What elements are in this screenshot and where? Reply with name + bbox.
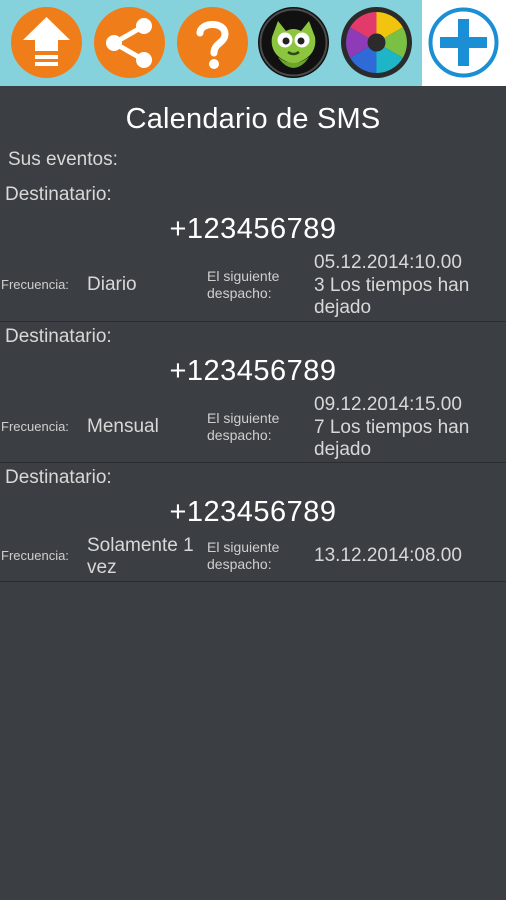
- add-plus-icon: [428, 7, 499, 78]
- next-dispatch-note: 3 Los tiempos han dejado: [314, 274, 470, 319]
- next-dispatch-value: 05.12.2014:10.00 3 Los tiempos han dejad…: [314, 252, 502, 320]
- owl-app-button[interactable]: [258, 7, 329, 78]
- aperture-app-button[interactable]: [341, 7, 412, 78]
- page-title: Calendario de SMS: [125, 103, 381, 135]
- frequency-value: Diario: [87, 274, 137, 295]
- next-dispatch-date: 05.12.2014:10.00: [314, 252, 462, 273]
- next-dispatch-label: El siguiente despacho:: [207, 410, 280, 443]
- recipient-phone: +123456789: [169, 213, 337, 245]
- event-card[interactable]: Destinatario: +123456789 Frecuencia: Dia…: [0, 180, 506, 322]
- add-event-button[interactable]: [428, 7, 499, 78]
- next-dispatch-date: 13.12.2014:08.00: [314, 545, 462, 566]
- events-heading: Sus eventos:: [8, 149, 118, 170]
- share-icon: [94, 7, 165, 78]
- next-dispatch-value: 13.12.2014:08.00: [314, 545, 502, 568]
- next-dispatch-value: 09.12.2014:15.00 7 Los tiempos han dejad…: [314, 394, 502, 462]
- recipient-phone: +123456789: [169, 496, 337, 528]
- upload-button[interactable]: [11, 7, 82, 78]
- help-question-icon: [177, 7, 248, 78]
- event-card[interactable]: Destinatario: +123456789 Frecuencia: Sol…: [0, 463, 506, 582]
- color-aperture-app-icon: [341, 7, 412, 78]
- frequency-value: Solamente 1 vez: [87, 535, 194, 578]
- help-button[interactable]: [177, 7, 248, 78]
- recipient-label: Destinatario:: [5, 326, 112, 347]
- add-button-panel: [422, 0, 506, 86]
- frequency-label: Frecuencia:: [1, 419, 69, 434]
- next-dispatch-label: El siguiente despacho:: [207, 539, 280, 572]
- frequency-value: Mensual: [87, 416, 159, 437]
- green-owl-app-icon: [258, 7, 329, 78]
- next-dispatch-note: 7 Los tiempos han dejado: [314, 416, 470, 461]
- recipient-phone: +123456789: [169, 355, 337, 387]
- frequency-label: Frecuencia:: [1, 548, 69, 563]
- recipient-label: Destinatario:: [5, 184, 112, 205]
- next-dispatch-label: El siguiente despacho:: [207, 268, 280, 301]
- upload-arrow-icon: [11, 7, 82, 78]
- recipient-label: Destinatario:: [5, 467, 112, 488]
- top-toolbar: [0, 0, 506, 86]
- next-dispatch-date: 09.12.2014:15.00: [314, 394, 462, 415]
- share-button[interactable]: [94, 7, 165, 78]
- event-card[interactable]: Destinatario: +123456789 Frecuencia: Men…: [0, 322, 506, 463]
- frequency-label: Frecuencia:: [1, 277, 69, 292]
